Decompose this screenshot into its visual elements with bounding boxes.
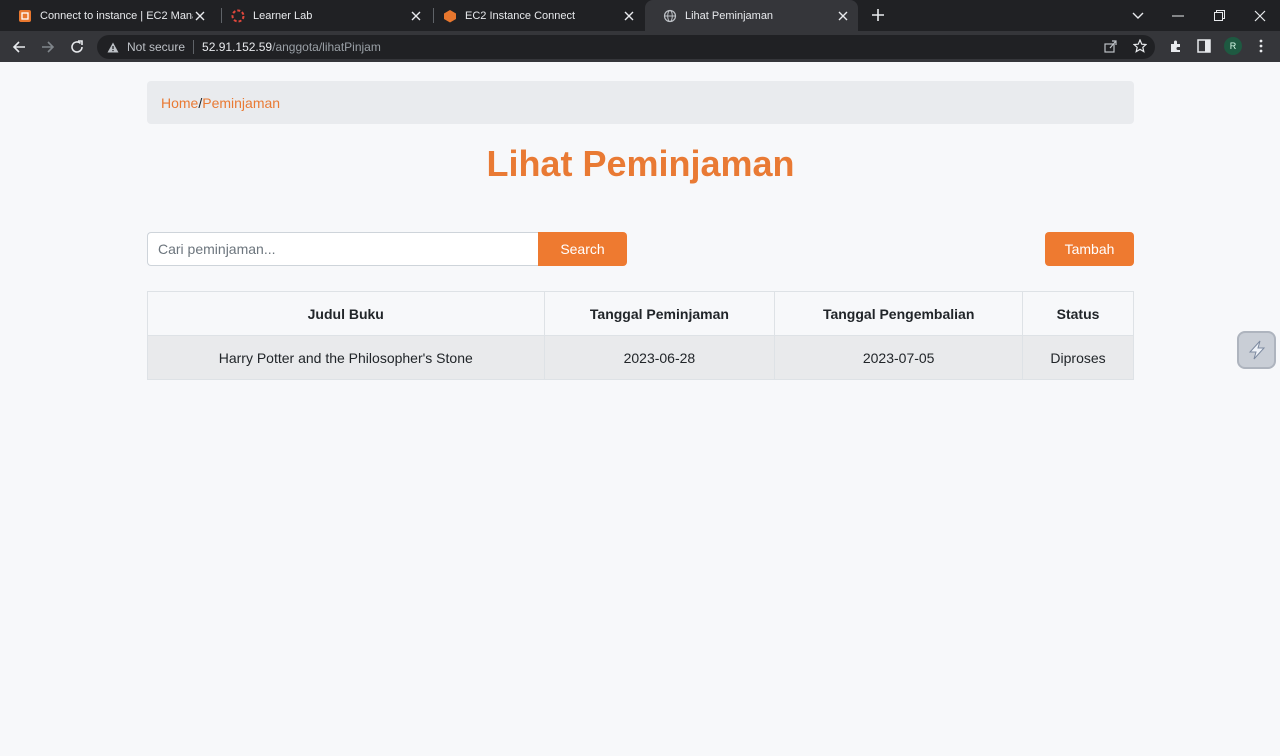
column-header-judul-buku: Judul Buku — [147, 291, 545, 336]
extensions-icon[interactable] — [1167, 37, 1185, 55]
new-tab-button[interactable] — [868, 5, 888, 25]
url-path: /anggota/lihatPinjam — [272, 40, 381, 54]
browser-toolbar: Not secure 52.91.152.59/anggota/lihatPin… — [0, 31, 1280, 62]
lightning-icon — [1248, 340, 1265, 360]
tab-search-button[interactable] — [1118, 0, 1158, 31]
restore-button[interactable] — [1199, 0, 1239, 31]
forward-button[interactable] — [37, 36, 59, 58]
back-button[interactable] — [8, 36, 30, 58]
breadcrumb: Home / Peminjaman — [147, 81, 1134, 124]
loans-table: Judul Buku Tanggal Peminjaman Tanggal Pe… — [147, 291, 1134, 380]
table-header-row: Judul Buku Tanggal Peminjaman Tanggal Pe… — [147, 291, 1134, 336]
warning-icon — [107, 41, 119, 53]
cell-tanggal-peminjaman: 2023-06-28 — [543, 335, 776, 380]
close-icon[interactable] — [622, 9, 636, 23]
bookmark-star-icon[interactable] — [1131, 37, 1149, 55]
close-icon[interactable] — [193, 9, 207, 23]
arrow-right-icon — [42, 41, 55, 53]
aws-console-icon — [18, 9, 32, 23]
chevron-down-icon — [1132, 12, 1144, 19]
tab-lihat-peminjaman[interactable]: Lihat Peminjaman — [645, 0, 858, 31]
share-icon[interactable] — [1102, 37, 1120, 55]
arrow-left-icon — [12, 41, 25, 53]
cell-tanggal-pengembalian: 2023-07-05 — [774, 335, 1024, 380]
close-icon[interactable] — [836, 9, 850, 23]
ec2-icon — [443, 9, 457, 23]
search-button[interactable]: Search — [538, 232, 627, 266]
breadcrumb-current-link[interactable]: Peminjaman — [202, 95, 280, 111]
search-input[interactable] — [147, 232, 539, 266]
close-window-button[interactable] — [1240, 0, 1280, 31]
add-button[interactable]: Tambah — [1045, 232, 1134, 266]
page-title: Lihat Peminjaman — [486, 143, 795, 184]
column-header-status: Status — [1022, 291, 1134, 336]
menu-kebab-icon[interactable] — [1252, 37, 1270, 55]
column-header-tanggal-pengembalian: Tanggal Pengembalian — [774, 291, 1024, 336]
profile-avatar[interactable]: R — [1224, 37, 1242, 55]
learner-lab-icon — [231, 9, 245, 23]
close-icon[interactable] — [409, 9, 423, 23]
tab-ec2-management[interactable]: Connect to instance | EC2 Manag — [0, 0, 215, 31]
cell-status: Diproses — [1022, 335, 1134, 380]
minimize-button[interactable] — [1158, 0, 1198, 31]
security-label[interactable]: Not secure — [127, 40, 185, 54]
reload-button[interactable] — [66, 36, 88, 58]
globe-icon — [663, 9, 677, 23]
column-header-tanggal-peminjaman: Tanggal Peminjaman — [543, 291, 776, 336]
cell-judul-buku: Harry Potter and the Philosopher's Stone — [147, 335, 545, 380]
tab-ec2-instance-connect[interactable]: EC2 Instance Connect — [425, 0, 644, 31]
table-row: Harry Potter and the Philosopher's Stone… — [147, 335, 1134, 380]
tab-learner-lab[interactable]: Learner Lab — [213, 0, 431, 31]
floating-extension-widget[interactable] — [1237, 331, 1276, 369]
browser-tab-bar: Connect to instance | EC2 Manag Learner … — [0, 0, 1280, 31]
reload-icon — [71, 40, 83, 53]
breadcrumb-home-link[interactable]: Home — [161, 95, 198, 111]
address-divider — [193, 40, 195, 54]
url-host: 52.91.152.59 — [202, 40, 273, 54]
address-bar[interactable]: Not secure 52.91.152.59/anggota/lihatPin… — [97, 35, 1155, 59]
side-panel-icon[interactable] — [1195, 37, 1213, 55]
